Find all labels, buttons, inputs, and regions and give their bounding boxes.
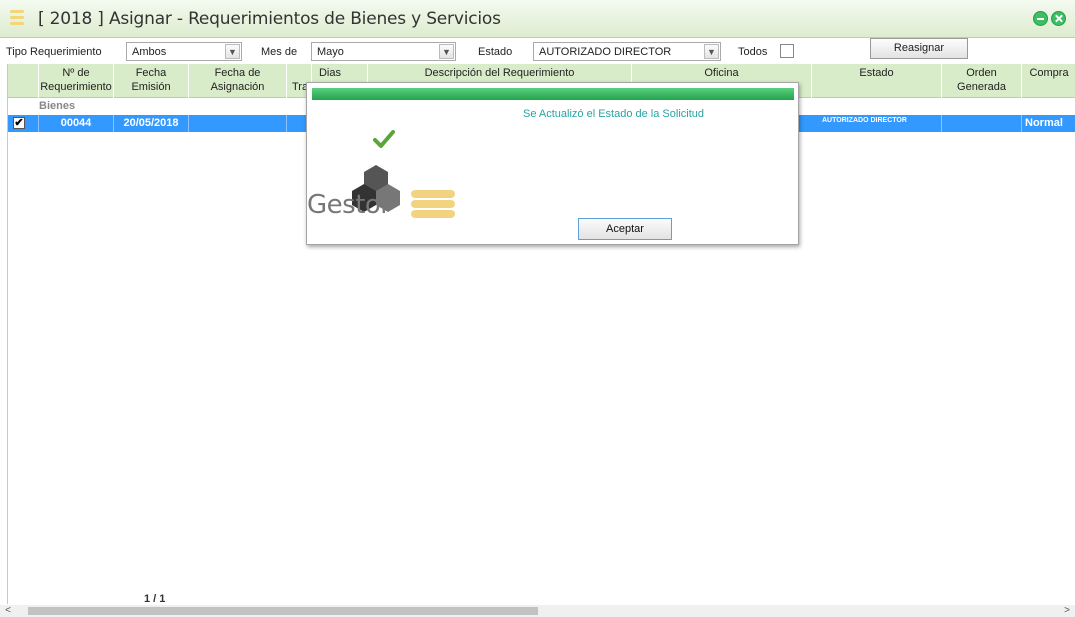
header-compra[interactable]: Compra (1022, 64, 1075, 98)
mes-value: Mayo (317, 46, 344, 58)
minimize-icon[interactable] (1033, 11, 1048, 26)
header-text: Fecha (135, 67, 167, 79)
estado-select[interactable]: AUTORIZADO DIRECTOR ▼ (533, 42, 721, 61)
todos-checkbox[interactable] (780, 44, 794, 58)
header-text: Nº de (62, 67, 90, 79)
chevron-down-icon[interactable]: ▼ (225, 44, 240, 59)
horizontal-scrollbar[interactable]: < > (0, 605, 1075, 617)
cell-numero: 00044 (39, 115, 114, 132)
tipo-requerimiento-label: Tipo Requerimiento (6, 46, 102, 58)
close-icon[interactable] (1051, 11, 1066, 26)
cell-estado: AUTORIZADO DIRECTOR (812, 115, 942, 132)
header-text: Asignación (210, 81, 265, 93)
header-text: Requerimiento (40, 81, 112, 93)
gestor-logo-text: Gestor (307, 190, 391, 220)
tipo-requerimiento-select[interactable]: Ambos ▼ (126, 42, 242, 61)
cell-fecha-emision: 20/05/2018 (114, 115, 189, 132)
aceptar-button[interactable]: Aceptar (578, 218, 672, 240)
estado-value: AUTORIZADO DIRECTOR (539, 46, 672, 58)
cell-compra: Normal (1025, 117, 1063, 129)
todos-label: Todos (738, 46, 768, 58)
chevron-down-icon[interactable]: ▼ (704, 44, 719, 59)
cell-orden-generada (942, 115, 1022, 132)
header-text: Orden (966, 67, 997, 79)
chevron-down-icon[interactable]: ▼ (439, 44, 454, 59)
gestor-logo-stack-icon (411, 190, 455, 220)
window-title: [ 2018 ] Asignar - Requerimientos de Bie… (38, 9, 501, 29)
header-numero[interactable]: Nº de Requerimiento (39, 64, 114, 98)
dialog-header-bar (312, 88, 794, 100)
estado-label: Estado (478, 46, 513, 58)
mes-select[interactable]: Mayo ▼ (311, 42, 456, 61)
header-orden-generada[interactable]: Orden Generada (942, 64, 1022, 98)
reasignar-button[interactable]: Reasignar (870, 38, 968, 59)
tipo-requerimiento-value: Ambos (132, 46, 167, 58)
header-fecha-asignacion[interactable]: Fecha de Asignación (189, 64, 287, 98)
checkmark-icon (373, 130, 395, 148)
mes-label: Mes de (261, 46, 298, 58)
group-label: Bienes (39, 100, 76, 112)
header-text: Generada (957, 81, 1006, 93)
menu-icon[interactable] (10, 10, 24, 26)
scrollbar-thumb[interactable] (28, 607, 538, 615)
header-text: Emisión (131, 81, 171, 93)
row-check-cell: ✔ (8, 115, 39, 132)
header-select-column (8, 64, 39, 98)
title-bar: [ 2018 ] Asignar - Requerimientos de Bie… (0, 0, 1075, 38)
header-text: Fecha de (214, 67, 261, 79)
app-window: [ 2018 ] Asignar - Requerimientos de Bie… (0, 0, 1075, 617)
scroll-right-icon[interactable]: > (1061, 605, 1073, 617)
filter-bar: Tipo Requerimiento Ambos ▼ Mes de Mayo ▼… (0, 38, 1075, 64)
dialog-message: Se Actualizó el Estado de la Solicitud (523, 108, 705, 120)
status-dialog: Se Actualizó el Estado de la Solicitud G… (306, 82, 799, 245)
scroll-left-icon[interactable]: < (2, 605, 14, 617)
row-checkbox[interactable]: ✔ (13, 117, 25, 129)
header-estado[interactable]: Estado (812, 64, 942, 98)
header-fecha-emision[interactable]: Fecha Emisión (114, 64, 189, 98)
pager: 1 / 1 (144, 593, 166, 605)
cell-fecha-asignacion (189, 115, 287, 132)
